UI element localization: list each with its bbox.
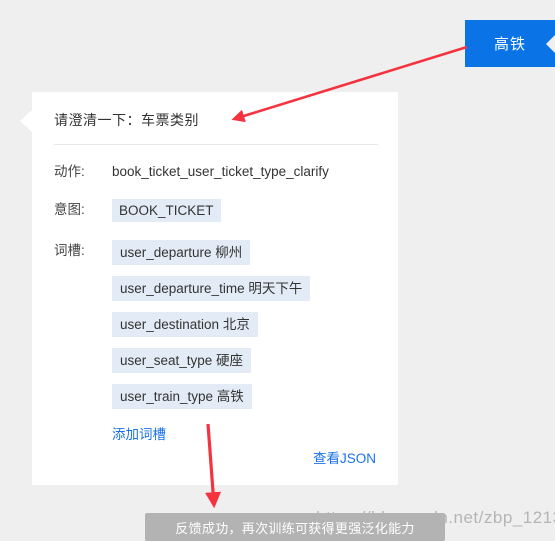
intent-chip[interactable]: BOOK_TICKET xyxy=(112,199,221,222)
field-value-intent-wrapper: BOOK_TICKET xyxy=(112,199,221,222)
train-type-tag-badge[interactable]: 高铁 xyxy=(465,20,555,67)
field-label-action: 动作: xyxy=(54,164,85,179)
toast-message: 反馈成功，再次训练可获得更强泛化能力 xyxy=(175,520,415,536)
slot-chip[interactable]: user_destination 北京 xyxy=(112,312,258,337)
field-value-action: book_ticket_user_ticket_type_clarify xyxy=(112,164,329,179)
slots-section: 词槽: user_departure 柳州 user_departure_tim… xyxy=(32,240,398,409)
slot-chip[interactable]: user_seat_type 硬座 xyxy=(112,348,252,373)
clarify-bubble-card: 请澄清一下：车票类别 动作: book_ticket_user_ticket_t… xyxy=(20,92,398,485)
field-label-intent: 意图: xyxy=(54,202,85,217)
tag-notch-shape xyxy=(546,33,555,54)
slot-chip[interactable]: user_departure 柳州 xyxy=(112,240,251,265)
slot-chip[interactable]: user_departure_time 明天下午 xyxy=(112,276,311,301)
add-slot-link[interactable]: 添加词槽 xyxy=(112,423,166,443)
tag-badge-label: 高铁 xyxy=(493,36,526,53)
title-divider xyxy=(54,144,378,145)
feedback-toast: 反馈成功，再次训练可获得更强泛化能力 xyxy=(145,513,445,541)
card-title: 请澄清一下：车票类别 xyxy=(54,112,199,128)
slot-chip[interactable]: user_train_type 高铁 xyxy=(112,384,252,409)
field-label-slots: 词槽: xyxy=(54,243,85,258)
field-row-intent: 意图: BOOK_TICKET xyxy=(32,199,398,222)
slot-chip-list: user_departure 柳州 user_departure_time 明天… xyxy=(112,240,311,409)
field-row-action: 动作: book_ticket_user_ticket_type_clarify xyxy=(32,161,398,183)
bubble-tail-icon xyxy=(20,110,32,132)
view-json-link[interactable]: 查看JSON xyxy=(313,447,376,467)
